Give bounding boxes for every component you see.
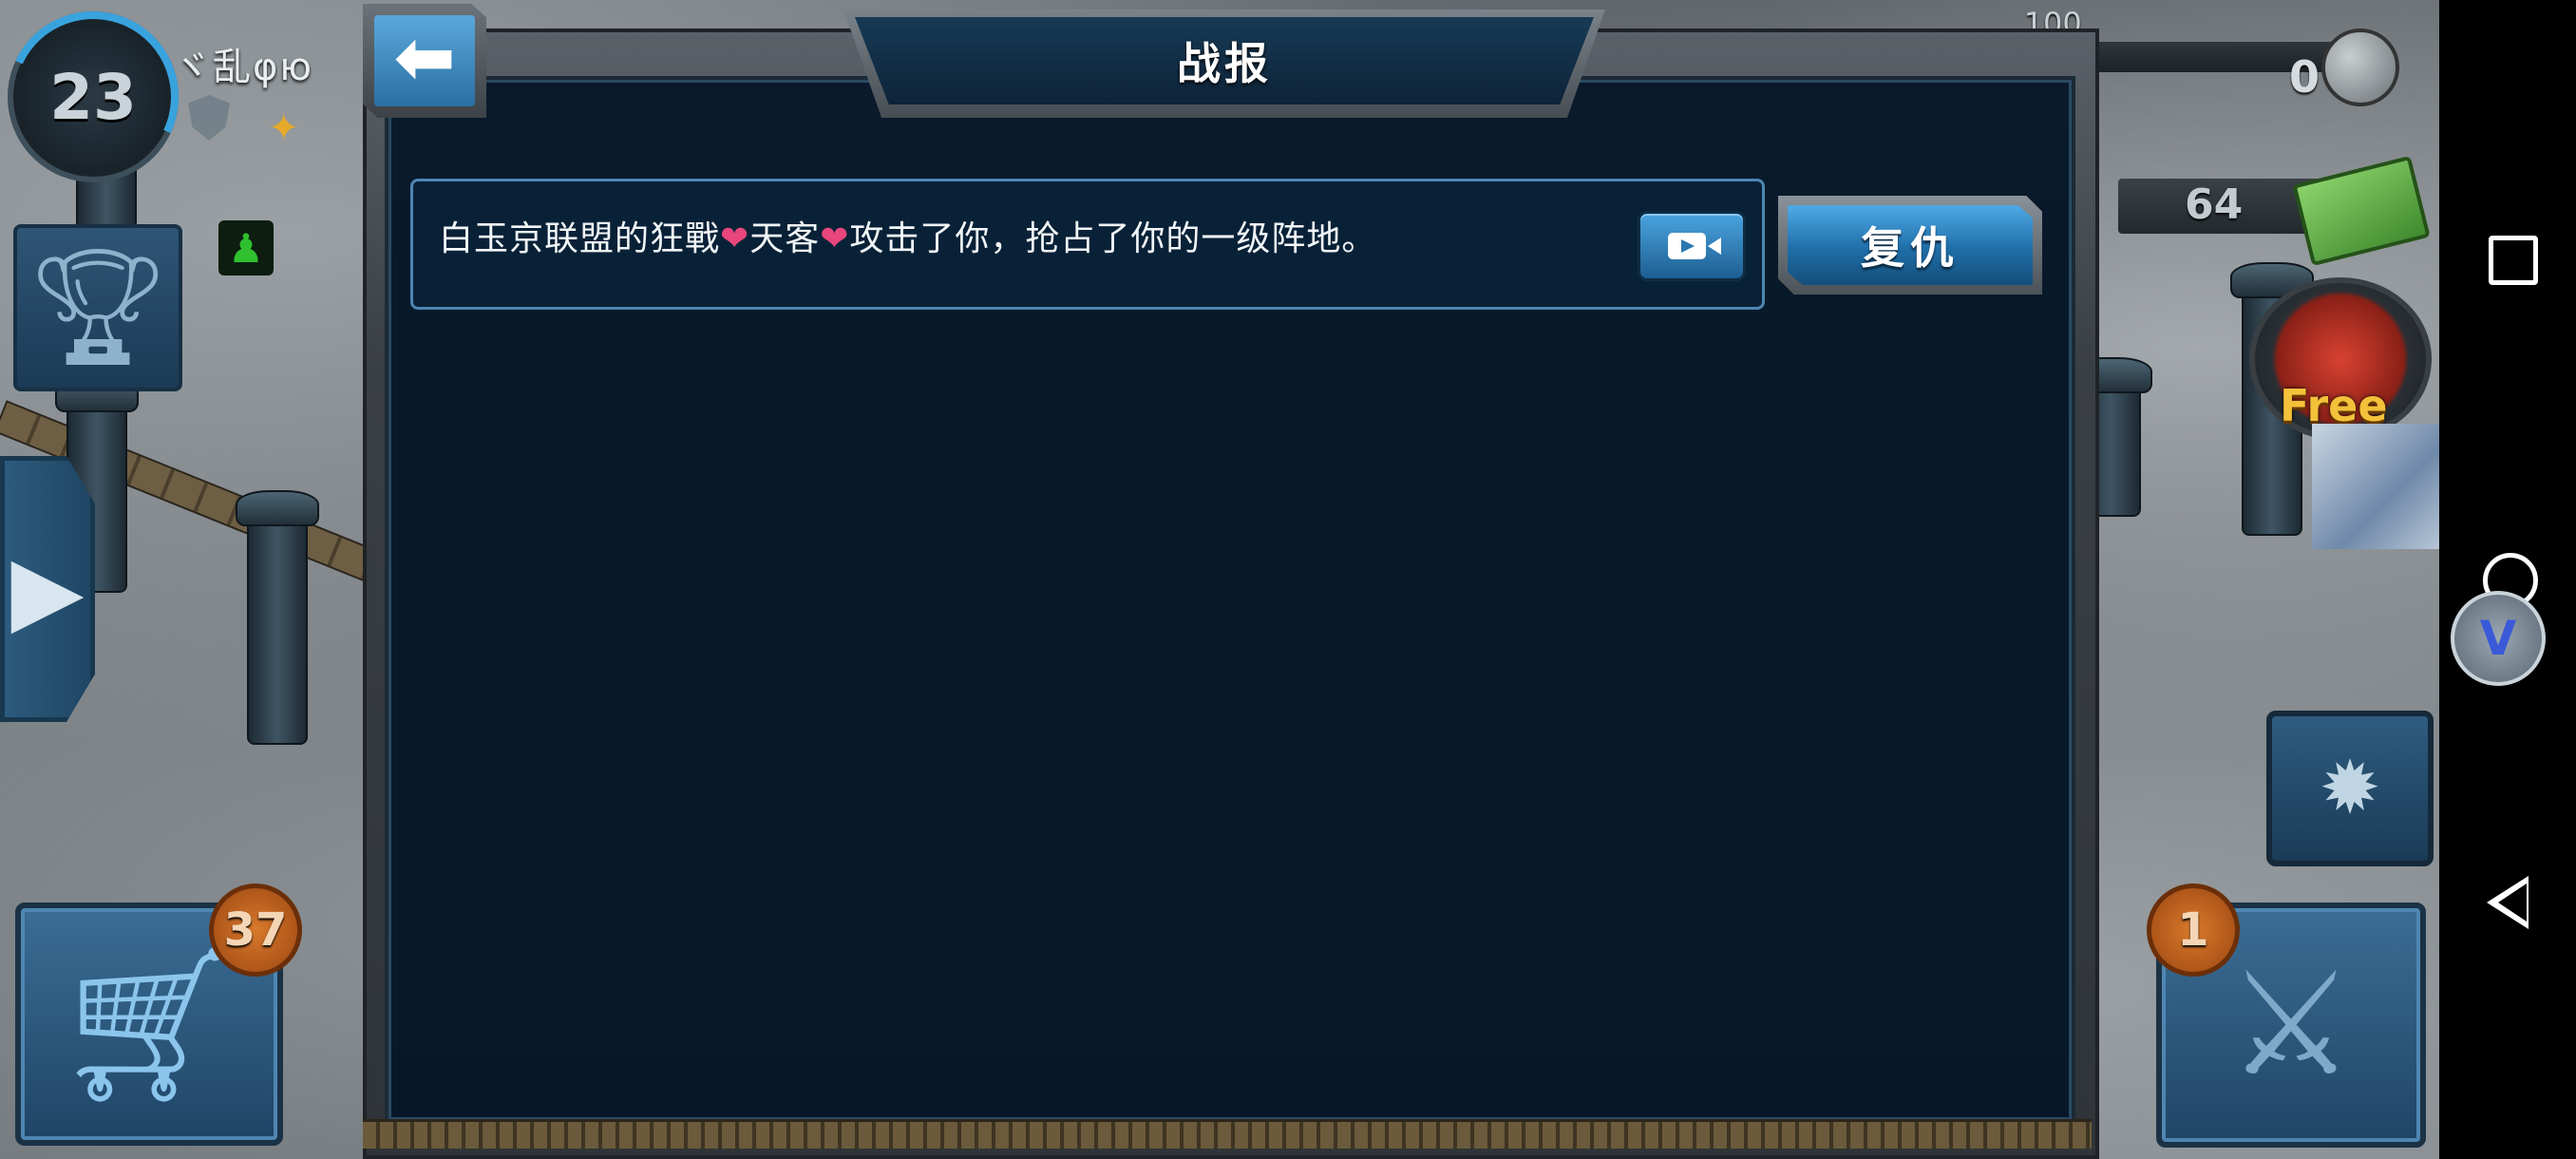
report-message-part: 白玉京联盟的狂戰 bbox=[439, 219, 721, 258]
system-back-icon[interactable] bbox=[2487, 876, 2529, 929]
back-arrow-icon: ⬅ bbox=[393, 15, 456, 101]
crossed-rifles-icon: ⚔ bbox=[2226, 942, 2356, 1108]
dialog-bottom-rail bbox=[363, 1119, 2092, 1149]
report-message: 白玉京联盟的狂戰❤天客❤攻击了你，抢占了你的一级阵地。 bbox=[439, 211, 1376, 260]
revenge-button[interactable]: 复仇 bbox=[1788, 205, 2033, 285]
silver-coin-icon[interactable] bbox=[2321, 28, 2399, 106]
expand-side-panel-button[interactable]: ▶ bbox=[0, 456, 95, 722]
shopping-cart-icon: 🛒︎ bbox=[52, 934, 246, 1112]
trophy-button[interactable]: 🏆︎ bbox=[13, 224, 182, 391]
heart-icon: ❤ bbox=[820, 219, 850, 258]
back-button[interactable]: ⬅ bbox=[374, 15, 475, 106]
shop-count-badge: 37 bbox=[209, 884, 302, 977]
video-camera-icon bbox=[1668, 233, 1706, 259]
revenge-button-label: 复仇 bbox=[1861, 222, 1960, 274]
burst-icon: ✹ bbox=[2319, 746, 2381, 831]
dialog-title-bar: 战报 bbox=[855, 17, 1594, 104]
player-name[interactable]: ヾ乱φю bbox=[173, 36, 313, 91]
cash-value: 64 bbox=[2185, 180, 2244, 229]
resource-value: 0 bbox=[2289, 51, 2320, 103]
attack-count-badge: 1 bbox=[2147, 884, 2240, 977]
rank-star-icon: ✦ bbox=[268, 106, 300, 150]
player-level-value: 23 bbox=[49, 60, 137, 134]
play-arrow-icon: ▶ bbox=[10, 533, 85, 645]
replay-button[interactable] bbox=[1638, 211, 1746, 281]
dragon-avatar[interactable] bbox=[2312, 424, 2439, 549]
recent-apps-icon[interactable] bbox=[2489, 236, 2538, 285]
effects-button[interactable]: ✹ bbox=[2266, 711, 2434, 866]
report-message-part: 天客 bbox=[749, 219, 821, 258]
trophy-icon: 🏆︎ bbox=[25, 241, 171, 373]
heart-icon: ❤ bbox=[720, 219, 750, 258]
soldier-icon: ♟ bbox=[218, 220, 274, 276]
floating-assistant-icon[interactable]: V bbox=[2451, 591, 2546, 686]
report-message-part: 攻击了你，抢占了你的一级阵地。 bbox=[849, 219, 1377, 258]
dialog-title: 战报 bbox=[1177, 38, 1272, 89]
player-level-badge[interactable]: 23 bbox=[8, 11, 179, 182]
defense-tower bbox=[236, 490, 319, 745]
